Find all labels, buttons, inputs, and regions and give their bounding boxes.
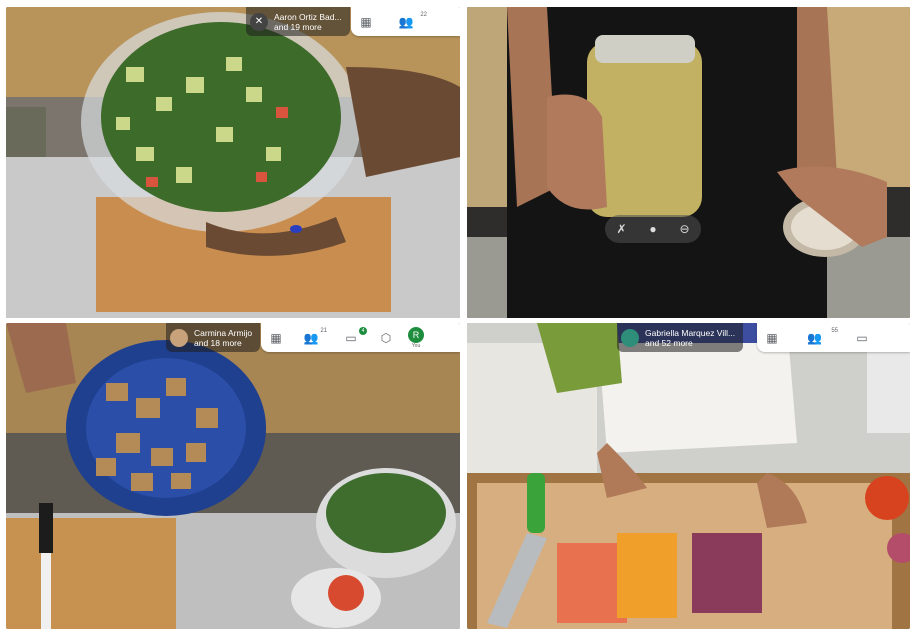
participants-chip[interactable]: ✕ Aaron Ortiz Bad... and 19 more bbox=[246, 7, 350, 36]
video-feed-croutons bbox=[6, 323, 460, 629]
video-feed-chopping bbox=[467, 323, 910, 629]
grid-layout-icon[interactable]: ▦ bbox=[261, 323, 291, 352]
chat-icon: ▭ bbox=[856, 330, 868, 345]
activities-icon[interactable]: ⬡ bbox=[371, 323, 401, 352]
chat-button[interactable]: ▭ 4 bbox=[331, 323, 371, 352]
video-feed-salad bbox=[6, 7, 460, 318]
video-tile-4[interactable]: Gabriella Marquez Vill... and 52 more ▦ … bbox=[467, 323, 910, 629]
participant-count: 21 bbox=[320, 328, 327, 334]
avatar bbox=[170, 328, 188, 347]
host-name: Aaron Ortiz Bad... bbox=[274, 11, 342, 22]
others-count: and 19 more bbox=[274, 21, 322, 32]
meeting-toolbar: ▦ 👥 21 ▭ 4 ⬡ R You bbox=[261, 323, 460, 352]
meeting-toolbar: ▦ 👥 22 bbox=[351, 7, 460, 36]
video-tile-2[interactable]: ✗ ● ⊖ bbox=[467, 7, 910, 318]
people-icon: 👥 bbox=[398, 14, 414, 29]
participants-chip[interactable]: Gabriella Marquez Vill... and 52 more bbox=[617, 323, 744, 352]
chat-icon: ▭ bbox=[345, 330, 357, 345]
others-count: and 52 more bbox=[645, 337, 693, 348]
grid-layout-icon[interactable]: ▦ bbox=[351, 7, 381, 36]
video-tile-1[interactable]: ✕ Aaron Ortiz Bad... and 19 more ▦ 👥 22 bbox=[6, 7, 460, 318]
participant-count: 22 bbox=[420, 12, 427, 18]
chat-button[interactable]: ▭ bbox=[842, 323, 882, 352]
minus-icon[interactable]: ⊖ bbox=[680, 222, 690, 236]
people-icon: 👥 bbox=[807, 330, 822, 345]
chat-badge: 4 bbox=[359, 327, 367, 335]
video-feed-jar bbox=[467, 7, 910, 318]
others-count: and 18 more bbox=[194, 337, 242, 348]
host-name: Carmina Armijo bbox=[194, 327, 253, 338]
people-icon: 👥 bbox=[303, 330, 319, 345]
people-button[interactable]: 👥 21 bbox=[291, 323, 331, 352]
mic-icon[interactable]: ● bbox=[649, 222, 656, 236]
xbox-icon: ✕ bbox=[250, 12, 268, 31]
people-button[interactable]: 👥 55 bbox=[787, 323, 842, 352]
people-button[interactable]: 👥 22 bbox=[381, 7, 431, 36]
self-view[interactable]: R You bbox=[401, 323, 431, 352]
host-name: Gabriella Marquez Vill... bbox=[645, 327, 736, 338]
participants-chip[interactable]: Carmina Armijo and 18 more bbox=[166, 323, 261, 352]
avatar bbox=[621, 328, 639, 347]
meeting-toolbar: ▦ 👥 55 ▭ bbox=[757, 323, 910, 352]
tile-controls: ✗ ● ⊖ bbox=[605, 215, 701, 243]
participant-count: 55 bbox=[831, 328, 838, 334]
grid-layout-icon[interactable]: ▦ bbox=[757, 323, 787, 352]
self-avatar: R bbox=[408, 326, 424, 343]
video-tile-3[interactable]: Carmina Armijo and 18 more ▦ 👥 21 ▭ 4 ⬡ … bbox=[6, 323, 460, 629]
camera-off-icon[interactable]: ✗ bbox=[616, 222, 626, 236]
self-label: You bbox=[411, 342, 421, 349]
